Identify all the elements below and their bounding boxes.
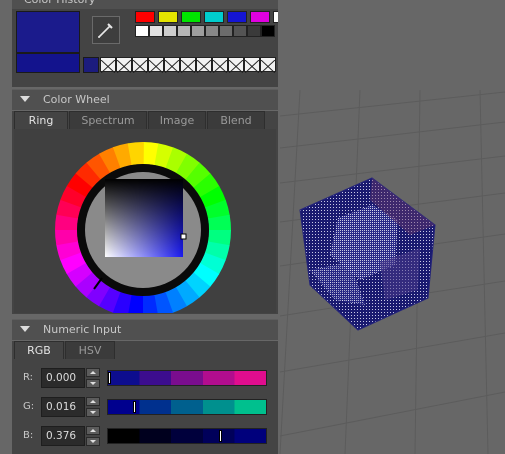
palette-swatch[interactable] [205, 25, 219, 37]
palette-swatch[interactable] [219, 25, 233, 37]
color-history-body [12, 9, 278, 87]
channel-label: R: [23, 372, 34, 383]
history-empty-slot[interactable] [116, 57, 132, 74]
channel-label: G: [23, 401, 35, 412]
numeric-row: G: 0.016 [12, 397, 278, 419]
numeric-input-body: RGB HSV R: 0.000 G: 0.016 B: 0.376 [12, 341, 278, 454]
history-empty-slot[interactable] [180, 57, 196, 74]
channel-label: B: [23, 430, 34, 441]
saturation-value-square[interactable] [105, 179, 183, 257]
empty-slot-x-icon [148, 59, 164, 74]
palette-swatch[interactable] [250, 11, 270, 23]
history-small-swatch[interactable] [83, 57, 99, 73]
palette-swatch[interactable] [163, 25, 177, 37]
eyedropper-icon [98, 23, 113, 38]
spin-down-icon[interactable] [86, 408, 100, 417]
numeric-input-header[interactable]: Numeric Input [12, 319, 278, 340]
tab-hsv[interactable]: HSV [65, 341, 115, 359]
history-empty-slot[interactable] [132, 57, 148, 74]
history-empty-slot[interactable] [148, 57, 164, 74]
palette-swatch[interactable] [261, 25, 275, 37]
history-empty-slot[interactable] [164, 57, 180, 74]
spin-up-icon[interactable] [86, 426, 100, 435]
palette-swatch[interactable] [149, 25, 163, 37]
current-color-swatch[interactable] [16, 11, 80, 53]
color-editor-panel: Color History Color Wheel Ring Spectrum … [12, 0, 278, 454]
channel-value-input[interactable]: 0.376 [41, 426, 85, 446]
empty-slot-x-icon [116, 59, 132, 74]
palette-swatch[interactable] [204, 11, 224, 23]
palette-swatch[interactable] [273, 11, 278, 23]
numeric-row: B: 0.376 [12, 426, 278, 448]
color-wheel-title: Color Wheel [43, 93, 110, 106]
history-empty-slot[interactable] [212, 57, 228, 74]
palette-swatch[interactable] [191, 25, 205, 37]
spin-down-icon[interactable] [86, 379, 100, 388]
empty-slot-x-icon [196, 59, 212, 74]
channel-spinner[interactable] [86, 368, 100, 388]
sv-cursor[interactable] [180, 233, 187, 240]
empty-slot-x-icon [212, 59, 228, 74]
channel-value-input[interactable]: 0.000 [41, 368, 85, 388]
empty-slot-x-icon [100, 59, 116, 74]
palette-swatch[interactable] [181, 11, 201, 23]
palette-swatch[interactable] [158, 11, 178, 23]
tab-rgb[interactable]: RGB [14, 341, 64, 359]
channel-spinner[interactable] [86, 426, 100, 446]
channel-slider[interactable] [107, 399, 267, 415]
channel-slider[interactable] [107, 428, 267, 444]
eyedropper-button[interactable] [92, 16, 120, 44]
collapse-triangle-icon[interactable] [20, 326, 30, 332]
empty-slot-x-icon [260, 59, 276, 74]
history-empty-slot[interactable] [228, 57, 244, 74]
slider-handle[interactable] [108, 372, 111, 384]
tab-image[interactable]: Image [148, 111, 206, 129]
channel-slider[interactable] [107, 370, 267, 386]
palette-swatch[interactable] [177, 25, 191, 37]
palette-swatch[interactable] [233, 25, 247, 37]
history-empty-slot[interactable] [196, 57, 212, 74]
tab-ring[interactable]: Ring [14, 111, 68, 129]
palette-swatch[interactable] [247, 25, 261, 37]
channel-spinner[interactable] [86, 397, 100, 417]
channel-value-input[interactable]: 0.016 [41, 397, 85, 417]
numeric-row: R: 0.000 [12, 368, 278, 390]
spin-up-icon[interactable] [86, 368, 100, 377]
empty-slot-x-icon [228, 59, 244, 74]
numeric-input-title: Numeric Input [43, 323, 122, 336]
tab-blend[interactable]: Blend [207, 111, 265, 129]
tab-spectrum[interactable]: Spectrum [69, 111, 147, 129]
history-empty-slot[interactable] [100, 57, 116, 74]
history-empty-slot[interactable] [260, 57, 276, 74]
color-wheel-body: Ring Spectrum Image Blend [12, 111, 278, 314]
slider-handle[interactable] [132, 401, 136, 413]
palette-swatch[interactable] [227, 11, 247, 23]
empty-slot-x-icon [164, 59, 180, 74]
slider-handle[interactable] [218, 430, 222, 442]
collapse-triangle-icon[interactable] [20, 96, 30, 102]
empty-slot-x-icon [244, 59, 260, 74]
previous-color-swatch[interactable] [16, 53, 80, 73]
spin-down-icon[interactable] [86, 437, 100, 446]
history-empty-slot[interactable] [244, 57, 260, 74]
color-wheel-header[interactable]: Color Wheel [12, 89, 278, 110]
palette-swatch[interactable] [135, 25, 149, 37]
color-ring-canvas[interactable] [14, 129, 276, 313]
spin-up-icon[interactable] [86, 397, 100, 406]
empty-slot-x-icon [132, 59, 148, 74]
palette-swatch[interactable] [135, 11, 155, 23]
empty-slot-x-icon [180, 59, 196, 74]
